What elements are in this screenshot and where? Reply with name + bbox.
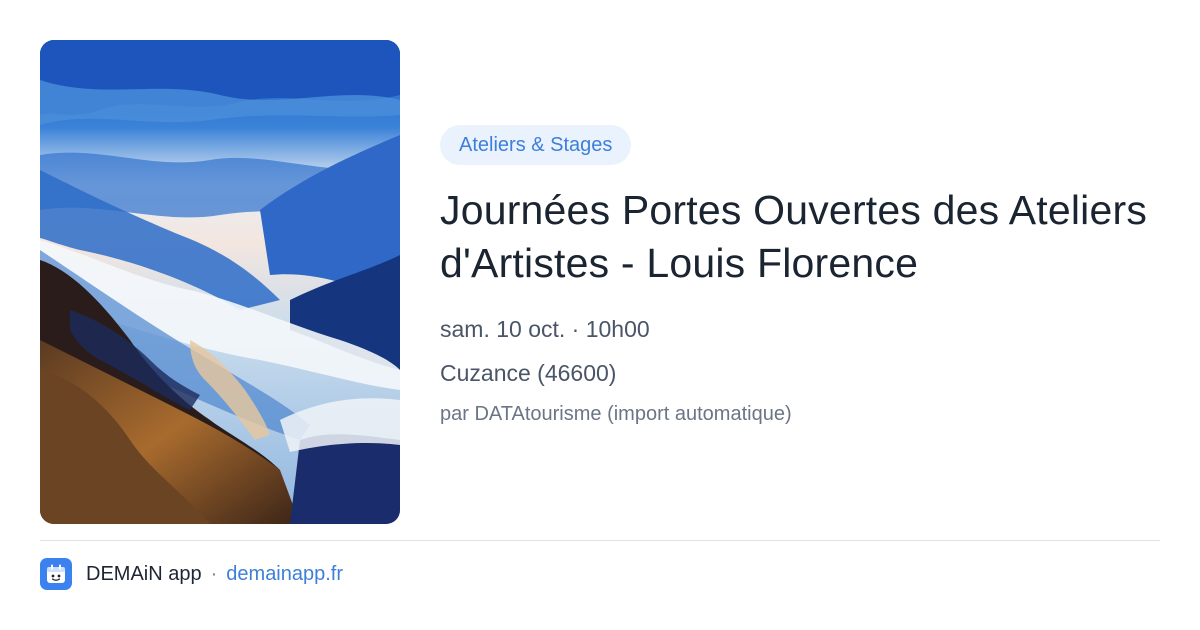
mountain-painting	[40, 40, 400, 524]
footer-divider	[40, 540, 1160, 541]
footer-separator: ·	[210, 562, 218, 585]
event-info: Ateliers & Stages Journées Portes Ouvert…	[440, 125, 1160, 428]
event-share-card: Ateliers & Stages Journées Portes Ouvert…	[0, 0, 1200, 630]
app-name: DEMAiN app	[86, 562, 202, 585]
event-image[interactable]	[40, 40, 400, 524]
demain-app-logo-icon[interactable]	[40, 558, 72, 590]
site-link[interactable]: demainapp.fr	[226, 563, 343, 586]
calendar-face-icon	[47, 564, 65, 583]
event-title[interactable]: Journées Portes Ouvertes des Ateliers d'…	[440, 184, 1160, 290]
event-source: par DATAtourisme (import automatique)	[440, 403, 792, 425]
category-badge[interactable]: Ateliers & Stages	[440, 125, 632, 165]
event-datetime: sam. 10 oct. · 10h00	[440, 316, 650, 342]
event-location: Cuzance (46600)	[440, 360, 617, 386]
footer: DEMAiN app · demainapp.fr	[40, 558, 343, 590]
